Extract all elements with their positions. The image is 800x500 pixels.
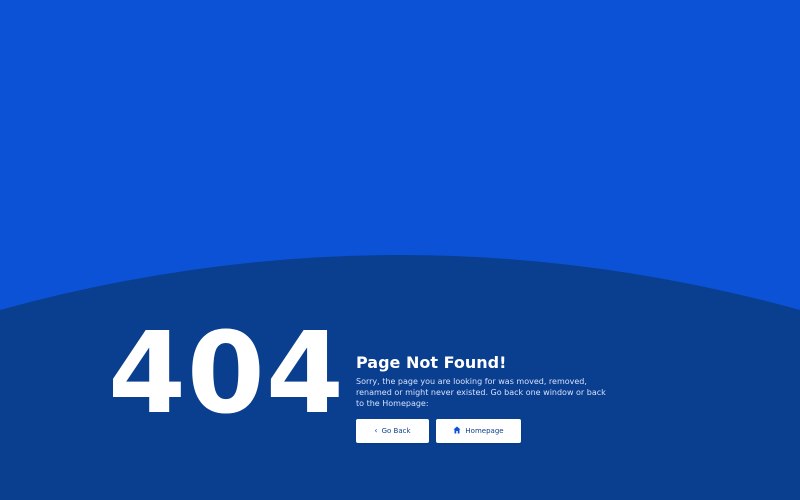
error-description: Sorry, the page you are looking for was … <box>356 377 606 408</box>
go-back-button[interactable]: ‹ Go Back <box>356 419 429 443</box>
action-buttons: ‹ Go Back Homepage <box>356 419 626 443</box>
go-back-label: Go Back <box>381 427 411 435</box>
homepage-label: Homepage <box>465 427 504 435</box>
chevron-left-icon: ‹ <box>374 426 378 435</box>
error-code: 404 <box>108 309 345 439</box>
not-found-page: 404 Page Not Found! Sorry, the page you … <box>0 0 800 500</box>
homepage-button[interactable]: Homepage <box>436 419 521 443</box>
home-icon <box>453 426 461 436</box>
page-title: Page Not Found! <box>356 353 507 372</box>
message-block: Page Not Found! Sorry, the page you are … <box>356 352 626 443</box>
